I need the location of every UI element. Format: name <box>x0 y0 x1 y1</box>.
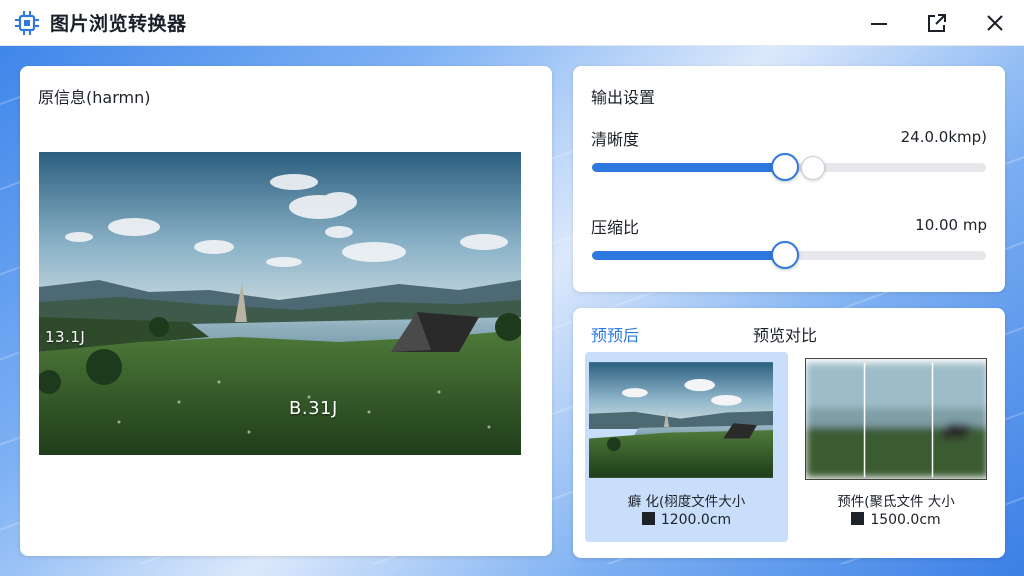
preview-card-compare[interactable]: 预件(聚氐文件 大小 1500.0cm <box>801 352 991 542</box>
preview-thumbnail <box>589 360 773 480</box>
landscape-image <box>39 152 521 455</box>
tab-after[interactable]: 预预后 <box>591 322 639 346</box>
minimize-button[interactable] <box>850 0 908 46</box>
card-size-value: 1200.0cm <box>660 512 732 528</box>
card-size: 1200.0cm <box>585 512 788 528</box>
settings-title: 输出设置 <box>591 88 656 107</box>
chip-icon <box>15 10 39 35</box>
popout-button[interactable] <box>908 0 966 46</box>
source-panel: 原信息(harmn) 13.1J B.31J <box>20 66 552 556</box>
compare-thumbnail <box>805 358 987 480</box>
square-icon <box>851 512 865 525</box>
compression-thumb[interactable] <box>771 241 799 269</box>
tab-compare[interactable]: 预览对比 <box>753 322 817 346</box>
sharpness-thumb[interactable] <box>771 153 799 181</box>
source-image[interactable]: 13.1J B.31J <box>39 152 521 455</box>
square-icon <box>641 512 655 525</box>
sharpness-slider[interactable] <box>592 153 986 181</box>
compression-label: 压缩比 <box>591 218 640 237</box>
minimize-icon <box>871 23 887 25</box>
close-icon <box>987 15 1003 31</box>
preview-card-after[interactable]: 癖 化(栩度文件大小 1200.0cm <box>585 352 788 542</box>
popout-icon <box>928 14 946 32</box>
source-title: 原信息(harmn) <box>38 88 151 107</box>
sharpness-label: 清晰度 <box>591 130 640 149</box>
output-settings-panel: 输出设置 清晰度 24.0.0kmp) 压缩比 10.00 mp <box>573 66 1005 292</box>
close-button[interactable] <box>966 0 1024 46</box>
window-title: 图片浏览转换器 <box>50 13 187 35</box>
sharpness-secondary-thumb[interactable] <box>801 156 825 180</box>
compression-slider[interactable] <box>592 241 986 269</box>
title-bar: 图片浏览转换器 <box>0 0 1024 46</box>
card-size: 1500.0cm <box>801 512 991 528</box>
compression-value: 10.00 mp <box>915 216 987 234</box>
preview-panel: 预预后 预览对比 癖 化(栩度文件大小 1200.0cm 预件(聚氐文件 大小 … <box>573 308 1005 558</box>
compression-fill <box>592 251 785 260</box>
card-size-value: 1500.0cm <box>870 512 941 528</box>
sharpness-value: 24.0.0kmp) <box>900 128 987 146</box>
image-overlay-label: 13.1J <box>45 328 86 346</box>
sharpness-fill <box>592 163 785 172</box>
image-overlay-label: B.31J <box>289 398 338 419</box>
card-caption: 预件(聚氐文件 大小 <box>837 494 955 510</box>
card-caption: 癖 化(栩度文件大小 <box>627 494 746 510</box>
